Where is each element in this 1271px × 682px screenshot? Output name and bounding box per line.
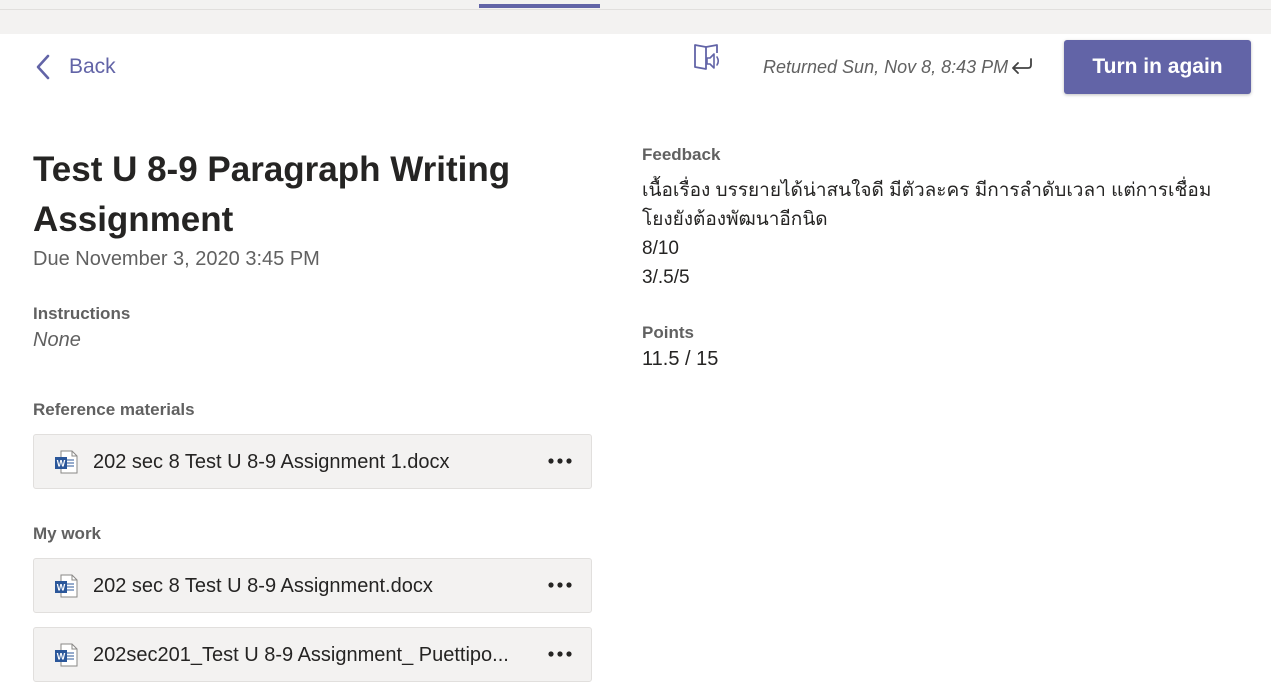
feedback-text: เนื้อเรื่อง บรรยายได้น่าสนใจดี มีตัวละคร… (642, 176, 1242, 292)
feedback-line: เนื้อเรื่อง บรรยายได้น่าสนใจดี มีตัวละคร… (642, 180, 1212, 201)
top-tab-bar (0, 0, 1271, 34)
more-options-icon[interactable] (547, 571, 573, 599)
my-work-label: My work (33, 524, 102, 543)
feedback-label: Feedback (642, 145, 721, 164)
due-date: Due November 3, 2020 3:45 PM (33, 248, 320, 270)
file-name: 202sec201_Test U 8-9 Assignment_ Puettip… (93, 644, 509, 666)
active-tab-indicator (479, 4, 600, 8)
more-options-icon[interactable] (547, 640, 573, 668)
assignment-title: Test U 8-9 Paragraph Writing Assignment (33, 150, 511, 239)
chevron-left-icon (36, 54, 50, 80)
return-arrow-icon (1012, 58, 1032, 74)
returned-status: Returned Sun, Nov 8, 8:43 PM (763, 57, 1009, 77)
word-doc-icon: W (55, 574, 78, 598)
svg-text:W: W (57, 652, 66, 662)
turn-in-again-button[interactable]: Turn in again (1064, 40, 1251, 94)
feedback-line: 3/.5/5 (642, 267, 690, 288)
my-work-file-card[interactable]: W 202 sec 8 Test U 8-9 Assignment.docx (33, 558, 592, 613)
top-divider (0, 9, 1271, 10)
feedback-line: โยงยังต้องพัฒนาอีกนิด (642, 209, 828, 230)
word-doc-icon: W (55, 450, 78, 474)
points-label: Points (642, 323, 694, 342)
reference-materials-label: Reference materials (33, 400, 195, 419)
svg-text:W: W (57, 583, 66, 593)
my-work-file-card[interactable]: W 202sec201_Test U 8-9 Assignment_ Puett… (33, 627, 592, 682)
feedback-line: 8/10 (642, 238, 679, 259)
file-name: 202 sec 8 Test U 8-9 Assignment.docx (93, 575, 433, 597)
points-value: 11.5 / 15 (642, 348, 719, 370)
word-doc-icon: W (55, 643, 78, 667)
reference-file-card[interactable]: W 202 sec 8 Test U 8-9 Assignment 1.docx (33, 434, 592, 489)
back-label: Back (69, 55, 116, 78)
back-button[interactable]: Back (33, 52, 116, 82)
svg-text:W: W (57, 459, 66, 469)
instructions-label: Instructions (33, 304, 131, 323)
instructions-value: None (33, 329, 81, 351)
file-name: 202 sec 8 Test U 8-9 Assignment 1.docx (93, 451, 450, 473)
more-options-icon[interactable] (547, 447, 573, 475)
immersive-reader-icon[interactable] (692, 41, 724, 73)
